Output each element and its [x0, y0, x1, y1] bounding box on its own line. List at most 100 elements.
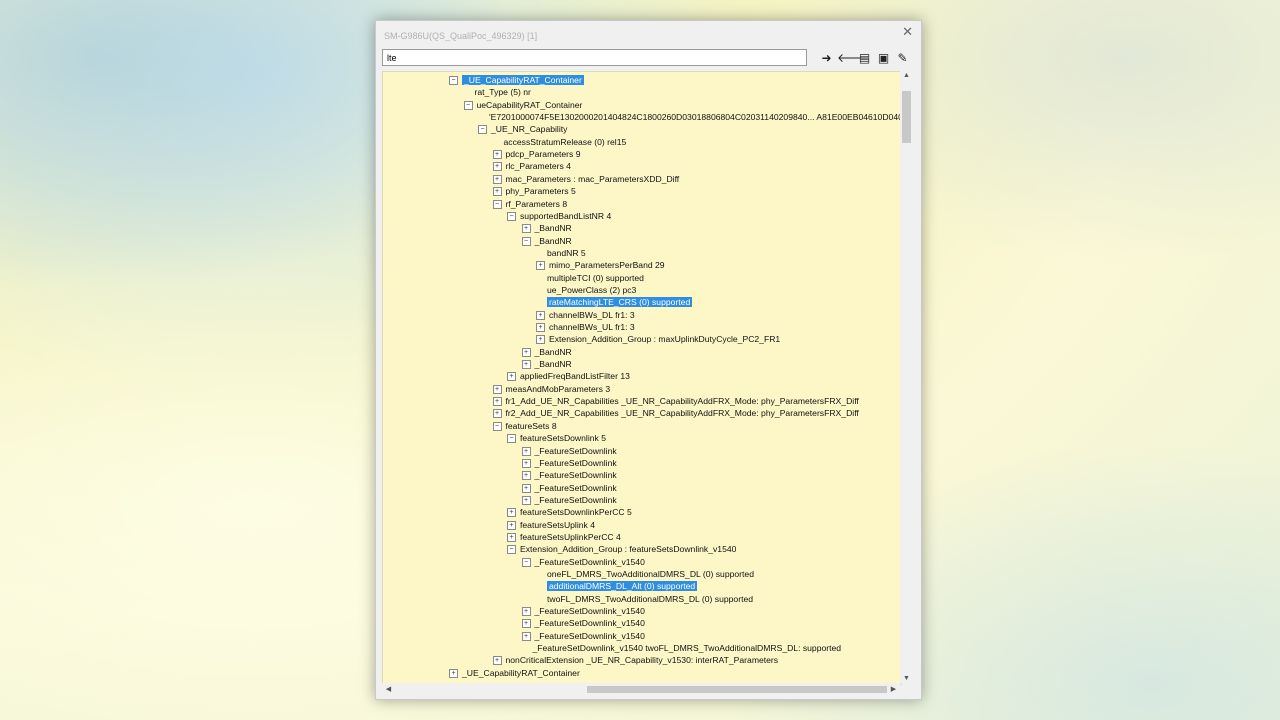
expand-icon[interactable]: +	[492, 187, 502, 197]
expand-icon[interactable]: +	[492, 174, 502, 184]
collapse-icon[interactable]: −	[507, 211, 516, 221]
tree-node[interactable]: ue_PowerClass (2) pc3	[547, 284, 636, 296]
tree-node[interactable]: oneFL_DMRS_TwoAdditionalDMRS_DL (0) supp…	[547, 568, 754, 580]
collapse-icon[interactable]: −	[492, 199, 502, 209]
tree-node[interactable]: + featureSetsUplinkPerCC 4	[507, 531, 621, 543]
tree-node[interactable]: twoFL_DMRS_TwoAdditionalDMRS_DL (0) supp…	[547, 593, 753, 605]
expand-icon[interactable]: +	[521, 483, 531, 493]
expand-icon[interactable]: +	[521, 619, 531, 629]
tree-node[interactable]: − Extension_Addition_Group : featureSetsD…	[507, 543, 736, 555]
message-tree[interactable]: − _UE_CapabilityRAT_Container rat_Type (5)…	[382, 71, 902, 685]
tree-node[interactable]: rat_Type (5) nr	[475, 86, 531, 98]
tree-node[interactable]: rateMatchingLTE_CRS (0) supported	[547, 296, 693, 308]
tree-node[interactable]: + channelBWs_DL fr1: 3	[536, 309, 635, 321]
tree-node[interactable]: + _BandNR	[521, 222, 572, 234]
tree-node[interactable]: − rf_Parameters 8	[492, 198, 567, 210]
collapse-icon[interactable]: −	[449, 76, 458, 85]
horizontal-scrollbar[interactable]: ◀ ▶	[382, 683, 900, 696]
expand-icon[interactable]: +	[492, 656, 502, 666]
expand-icon[interactable]: +	[521, 360, 531, 370]
tree-node[interactable]: − featureSets 8	[492, 420, 557, 432]
collapse-icon[interactable]: −	[463, 100, 473, 110]
expand-icon[interactable]: +	[521, 607, 531, 617]
expand-icon[interactable]: +	[521, 471, 531, 481]
tree-node[interactable]: − _FeatureSetDownlink_v1540	[521, 556, 645, 568]
expand-icon[interactable]: +	[507, 532, 516, 542]
tree-node[interactable]: + featureSetsUplink 4	[507, 519, 595, 531]
tree-node[interactable]: + fr2_Add_UE_NR_Capabilities _UE_NR_Capab…	[492, 407, 859, 419]
collapse-icon[interactable]: −	[507, 545, 516, 555]
expand-icon[interactable]: +	[521, 224, 531, 234]
expand-icon[interactable]: +	[507, 372, 516, 382]
tree-node[interactable]: bandNR 5	[547, 247, 586, 259]
scroll-right-icon[interactable]: ▶	[887, 685, 900, 693]
tree-node[interactable]: + measAndMobParameters 3	[492, 383, 610, 395]
tree-node[interactable]: + fr1_Add_UE_NR_Capabilities _UE_NR_Capab…	[492, 395, 859, 407]
tree-node[interactable]: + channelBWs_UL fr1: 3	[536, 321, 635, 333]
expand-icon[interactable]: +	[449, 668, 458, 678]
expand-icon[interactable]: +	[521, 631, 531, 641]
save-icon[interactable]: ▣	[875, 50, 892, 67]
collapse-icon[interactable]: −	[521, 236, 531, 246]
expand-icon[interactable]: +	[492, 162, 502, 172]
scroll-down-icon[interactable]: ▼	[900, 675, 913, 682]
tree-node[interactable]: − _UE_CapabilityRAT_Container	[449, 74, 584, 86]
expand-icon[interactable]: +	[492, 397, 502, 407]
arrow-left-icon[interactable]: 🡐	[837, 50, 869, 67]
expand-icon[interactable]: +	[492, 150, 502, 160]
tree-node[interactable]: + mac_Parameters : mac_ParametersXDD_Diff	[492, 173, 679, 185]
scroll-up-icon[interactable]: ▲	[900, 72, 913, 79]
expand-icon[interactable]: +	[521, 347, 531, 357]
tree-node[interactable]: + pdcp_Parameters 9	[492, 148, 581, 160]
tree-node[interactable]: + rlc_Parameters 4	[492, 160, 571, 172]
tree-node[interactable]: accessStratumRelease (0) rel15	[504, 136, 627, 148]
tree-node[interactable]: + nonCriticalExtension _UE_NR_Capability_…	[492, 654, 778, 666]
search-input[interactable]	[382, 49, 807, 66]
tree-node[interactable]: − _UE_NR_Capability	[478, 123, 567, 135]
horizontal-scroll-thumb[interactable]	[587, 686, 887, 693]
pin-icon[interactable]: ✎	[894, 50, 911, 67]
tree-node[interactable]: + featureSetsDownlinkPerCC 5	[507, 506, 632, 518]
expand-icon[interactable]: +	[521, 495, 531, 505]
tree-node[interactable]: 'E7201000074F5E1302000201404824C1800260D…	[489, 111, 901, 123]
expand-icon[interactable]: +	[521, 446, 531, 456]
vertical-scroll-thumb[interactable]	[902, 91, 911, 143]
tree-node[interactable]: additionalDMRS_DL_Alt (0) supported	[547, 580, 698, 592]
tree-node[interactable]: _FeatureSetDownlink_v1540 twoFL_DMRS_Two…	[533, 642, 842, 654]
expand-icon[interactable]: +	[536, 261, 545, 271]
tree-node[interactable]: + appliedFreqBandListFilter 13	[507, 370, 630, 382]
expand-icon[interactable]: +	[507, 508, 516, 518]
expand-icon[interactable]: +	[536, 310, 545, 320]
tree-node[interactable]: − featureSetsDownlink 5	[507, 432, 606, 444]
close-icon[interactable]: ✕	[902, 24, 913, 40]
tree-node[interactable]: + _FeatureSetDownlink	[521, 457, 617, 469]
collapse-icon[interactable]: −	[521, 557, 531, 567]
collapse-icon[interactable]: −	[492, 421, 502, 431]
tree-node[interactable]: + _FeatureSetDownlink	[521, 494, 617, 506]
expand-icon[interactable]: +	[492, 409, 502, 419]
vertical-scrollbar[interactable]: ▲ ▼	[900, 71, 913, 683]
expand-icon[interactable]: +	[536, 323, 545, 332]
expand-icon[interactable]: +	[492, 384, 502, 394]
tree-node[interactable]: + _FeatureSetDownlink	[521, 469, 617, 481]
tree-node[interactable]: − _BandNR	[521, 235, 572, 247]
tree-node[interactable]: + _FeatureSetDownlink_v1540	[521, 617, 645, 629]
tree-node[interactable]: + _UE_CapabilityRAT_Container	[449, 667, 580, 679]
tree-node[interactable]: + _FeatureSetDownlink_v1540	[521, 630, 645, 642]
tree-node[interactable]: + _FeatureSetDownlink_v1540	[521, 605, 645, 617]
expand-icon[interactable]: +	[507, 520, 516, 530]
tree-node[interactable]: + _FeatureSetDownlink	[521, 445, 617, 457]
copy-icon[interactable]: ▤	[856, 50, 873, 67]
tree-node[interactable]: + mimo_ParametersPerBand 29	[536, 259, 665, 271]
tree-node[interactable]: + Extension_Addition_Group : maxUplinkDut…	[536, 333, 780, 345]
collapse-icon[interactable]: −	[507, 434, 516, 444]
tree-node[interactable]: multipleTCI (0) supported	[547, 272, 644, 284]
tree-node[interactable]: + phy_Parameters 5	[492, 185, 576, 197]
arrow-right-icon[interactable]: ➜	[818, 50, 835, 67]
tree-node[interactable]: + _BandNR	[521, 346, 572, 358]
tree-node[interactable]: − supportedBandListNR 4	[507, 210, 611, 222]
collapse-icon[interactable]: −	[478, 125, 487, 135]
expand-icon[interactable]: +	[521, 458, 531, 468]
tree-node[interactable]: − ueCapabilityRAT_Container	[463, 99, 582, 111]
expand-icon[interactable]: +	[536, 335, 545, 345]
